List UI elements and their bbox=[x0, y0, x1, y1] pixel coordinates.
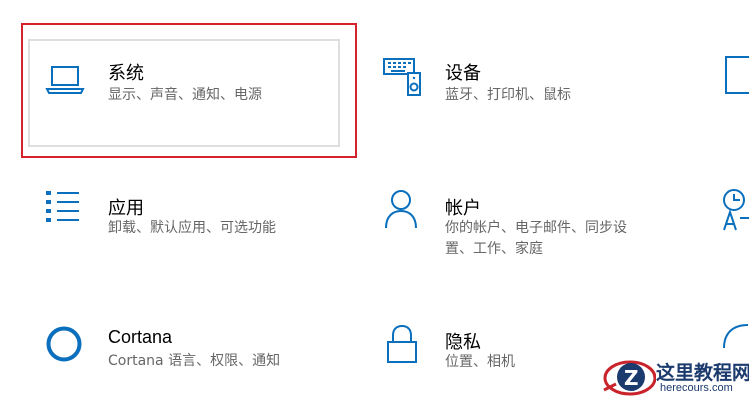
app-list-icon bbox=[45, 191, 85, 229]
tile-description: 显示、声音、通知、电源 bbox=[108, 87, 262, 103]
tile-system[interactable]: 系统 显示、声音、通知、电源 bbox=[28, 39, 340, 147]
watermark-logo-icon: Z bbox=[600, 354, 656, 400]
partial-tile-icon-bottom bbox=[720, 320, 749, 352]
tile-title: 系统 bbox=[108, 63, 144, 84]
watermark-url: herecours.com bbox=[660, 382, 733, 394]
tile-description: 位置、相机 bbox=[445, 354, 515, 370]
tile-title: 帐户 bbox=[445, 198, 481, 219]
tile-description: 蓝牙、打印机、鼠标 bbox=[445, 87, 571, 103]
tile-description: 卸载、默认应用、可选功能 bbox=[108, 220, 276, 236]
tile-description-line2: 置、工作、家庭 bbox=[445, 241, 543, 257]
tile-title: 隐私 bbox=[445, 332, 481, 353]
cortana-ring-icon bbox=[45, 325, 83, 363]
tile-devices[interactable]: 设备 蓝牙、打印机、鼠标 bbox=[372, 39, 702, 147]
svg-text:Z: Z bbox=[624, 366, 639, 390]
tile-description: Cortana 语言、权限、通知 bbox=[108, 353, 281, 369]
keyboard-speaker-icon bbox=[382, 56, 424, 98]
tile-accounts[interactable]: 帐户 你的帐户、电子邮件、同步设 置、工作、家庭 bbox=[372, 175, 702, 283]
tile-title: 设备 bbox=[445, 63, 481, 84]
person-icon bbox=[383, 188, 419, 230]
lock-icon bbox=[386, 324, 418, 366]
tile-title: Cortana bbox=[108, 327, 173, 347]
time-language-icon bbox=[720, 188, 749, 232]
tile-title: 应用 bbox=[108, 198, 144, 219]
watermark-text: 这里教程网 bbox=[656, 362, 749, 384]
tile-apps[interactable]: 应用 卸载、默认应用、可选功能 bbox=[28, 175, 340, 283]
partial-tile-icon-top bbox=[724, 55, 749, 97]
tile-description: 你的帐户、电子邮件、同步设 bbox=[445, 220, 627, 236]
tile-cortana[interactable]: Cortana Cortana 语言、权限、通知 bbox=[28, 308, 340, 400]
laptop-icon bbox=[45, 65, 85, 95]
watermark: Z 这里教程网 herecours.com bbox=[600, 352, 749, 400]
